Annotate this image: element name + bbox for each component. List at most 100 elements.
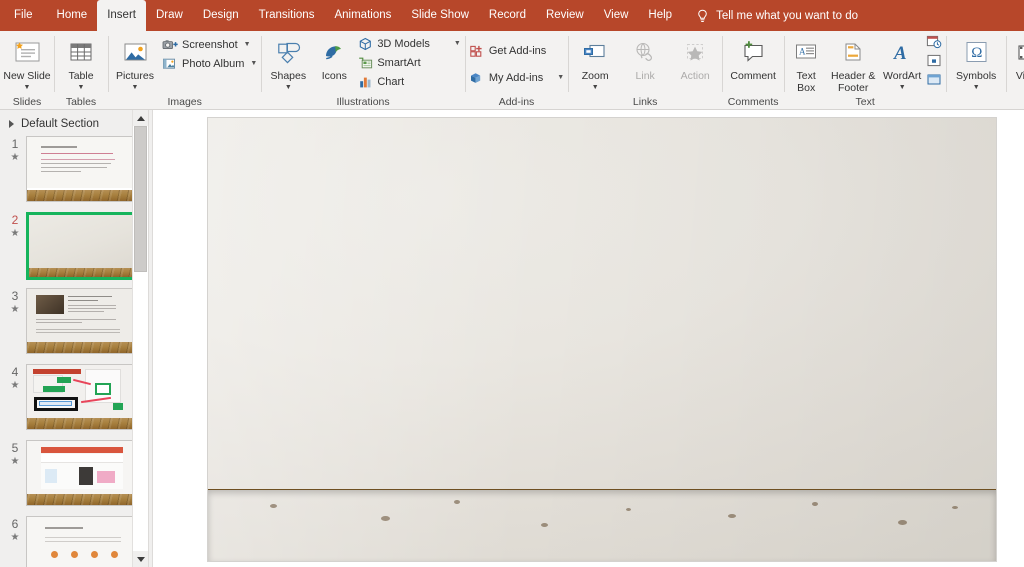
date-time-button[interactable]	[924, 35, 944, 53]
ribbon-tab-file[interactable]: File	[0, 0, 47, 31]
video-button[interactable]: Video ▼	[1008, 34, 1024, 91]
new-slide-button[interactable]: New Slide ▼	[2, 34, 52, 91]
addins-buttons: Get Add-ins My Add-ins ▼	[467, 40, 566, 87]
chevron-down-icon[interactable]: ▼	[24, 84, 31, 91]
photo-album-button[interactable]: Photo Album ▼	[160, 54, 259, 73]
object-icon	[926, 72, 942, 92]
text-box-button[interactable]: A Text Box	[786, 34, 826, 94]
chevron-down-icon[interactable]: ▼	[250, 60, 257, 67]
slide-thumbnail-1[interactable]	[26, 136, 138, 202]
thumb-meta: 2 ★	[4, 212, 26, 240]
slide-thumbnail-6[interactable]	[26, 516, 138, 567]
symbols-button[interactable]: Ω Symbols ▼	[948, 34, 1004, 91]
star-icon: ★	[10, 532, 20, 543]
list-item[interactable]: 3 ★	[0, 288, 148, 359]
list-item[interactable]: 1 ★	[0, 136, 148, 207]
ribbon-tab-design[interactable]: Design	[193, 0, 249, 31]
wordart-button[interactable]: A WordArt ▼	[880, 34, 924, 91]
zoom-button[interactable]: Zoom ▼	[570, 34, 620, 91]
table-button[interactable]: Table ▼	[56, 34, 106, 91]
3d-models-button[interactable]: 3D Models ▼	[355, 34, 463, 53]
object-button[interactable]	[924, 73, 944, 91]
wall-bg	[27, 517, 137, 567]
chevron-down-icon[interactable]: ▼	[454, 40, 461, 47]
list-item[interactable]: 2 ★	[0, 212, 148, 283]
ribbon-tab-transitions[interactable]: Transitions	[249, 0, 325, 31]
ribbon-group-comments: Comment Comments	[722, 31, 784, 109]
my-addins-button[interactable]: My Add-ins ▼	[467, 68, 566, 87]
new-slide-label: New Slide	[3, 70, 51, 82]
icons-button[interactable]: Icons	[313, 34, 355, 83]
slide-thumbnail-3[interactable]	[26, 288, 138, 354]
star-icon: ★	[10, 228, 20, 239]
ribbon-tab-insert[interactable]: Insert	[97, 0, 146, 31]
slide-thumbnail-2[interactable]	[26, 212, 140, 280]
ribbon-group-label-images: Images	[167, 96, 202, 108]
tell-me-box[interactable]: Tell me what you want to do	[696, 0, 858, 31]
slide-number: 6	[11, 517, 19, 531]
list-item[interactable]: 4 ★	[0, 364, 148, 435]
comment-label: Comment	[730, 70, 776, 82]
illustrations-small-buttons: 3D Models ▼ SmartArt Chart	[355, 34, 463, 91]
thumb-meta: 5 ★	[4, 440, 26, 468]
shapes-button[interactable]: Shapes ▼	[263, 34, 313, 91]
zoom-label: Zoom	[581, 70, 609, 82]
chevron-down-icon[interactable]: ▼	[557, 74, 564, 81]
chevron-down-icon[interactable]: ▼	[592, 84, 599, 91]
ribbon-tab-record[interactable]: Record	[479, 0, 536, 31]
slide-number-button[interactable]	[924, 54, 944, 72]
slide-preview	[27, 137, 137, 201]
ribbon-group-addins: Get Add-ins My Add-ins ▼ Add-ins	[464, 31, 568, 109]
slide-thumbnail-4[interactable]	[26, 364, 138, 430]
slide-editing-stage[interactable]	[153, 110, 1024, 567]
shapes-icon	[274, 36, 302, 69]
ribbon-tab-animations[interactable]: Animations	[324, 0, 401, 31]
smartart-button[interactable]: SmartArt	[355, 53, 463, 72]
thumbnail-scrollbar[interactable]	[132, 110, 148, 567]
pictures-button[interactable]: Pictures ▼	[110, 34, 160, 91]
screenshot-button[interactable]: Screenshot ▼	[160, 35, 259, 54]
list-item[interactable]: 6 ★	[0, 516, 148, 567]
text-box-icon: A	[792, 36, 820, 69]
slide-number: 5	[11, 441, 19, 455]
chevron-down-icon[interactable]: ▼	[899, 84, 906, 91]
list-item[interactable]: 5 ★	[0, 440, 148, 511]
chevron-down-icon[interactable]: ▼	[285, 84, 292, 91]
slide-number: 4	[11, 365, 19, 379]
ribbon-tab-review[interactable]: Review	[536, 0, 594, 31]
video-label: Video	[1015, 70, 1024, 82]
star-icon: ★	[10, 456, 20, 467]
header-footer-button[interactable]: Header & Footer	[826, 34, 880, 94]
chart-icon	[357, 74, 373, 90]
chevron-down-icon[interactable]: ▼	[973, 84, 980, 91]
floor-bg	[27, 190, 137, 201]
ribbon-tab-draw[interactable]: Draw	[146, 0, 193, 31]
scroll-up-button[interactable]	[133, 110, 148, 126]
chevron-down-icon[interactable]: ▼	[132, 84, 139, 91]
ribbon-tab-slide-show[interactable]: Slide Show	[401, 0, 479, 31]
ribbon: New Slide ▼ Slides Table ▼ Tables Pictur…	[0, 31, 1024, 110]
floor-bg	[27, 342, 137, 353]
video-icon	[1015, 36, 1024, 69]
ribbon-group-images: Pictures ▼ Screenshot ▼ Photo Album ▼ Im…	[108, 31, 261, 109]
ribbon-tab-home[interactable]: Home	[47, 0, 98, 31]
scroll-down-button[interactable]	[133, 551, 148, 567]
comment-button[interactable]: Comment	[724, 34, 782, 83]
chevron-down-icon[interactable]: ▼	[244, 41, 251, 48]
scrollbar-track[interactable]	[133, 126, 148, 551]
slide-thumbnail-5[interactable]	[26, 440, 138, 506]
link-icon	[631, 36, 659, 69]
chevron-right-icon[interactable]	[9, 120, 14, 128]
chart-button[interactable]: Chart	[355, 72, 463, 91]
3d-models-label: 3D Models	[377, 37, 430, 50]
chevron-down-icon[interactable]: ▼	[78, 84, 85, 91]
scrollbar-thumb[interactable]	[134, 126, 147, 272]
slide-thumbnail-pane[interactable]: Default Section 1 ★ 2 ★ 3 ★ 4 ★ 5 ★ 6 ★	[0, 110, 148, 567]
get-addins-button[interactable]: Get Add-ins	[467, 41, 566, 60]
section-header[interactable]: Default Section	[0, 110, 148, 134]
ribbon-tab-help[interactable]: Help	[638, 0, 682, 31]
smartart-icon	[357, 55, 373, 71]
slide-canvas[interactable]	[208, 118, 996, 561]
ribbon-tab-view[interactable]: View	[594, 0, 639, 31]
wordart-label: WordArt	[883, 70, 922, 82]
